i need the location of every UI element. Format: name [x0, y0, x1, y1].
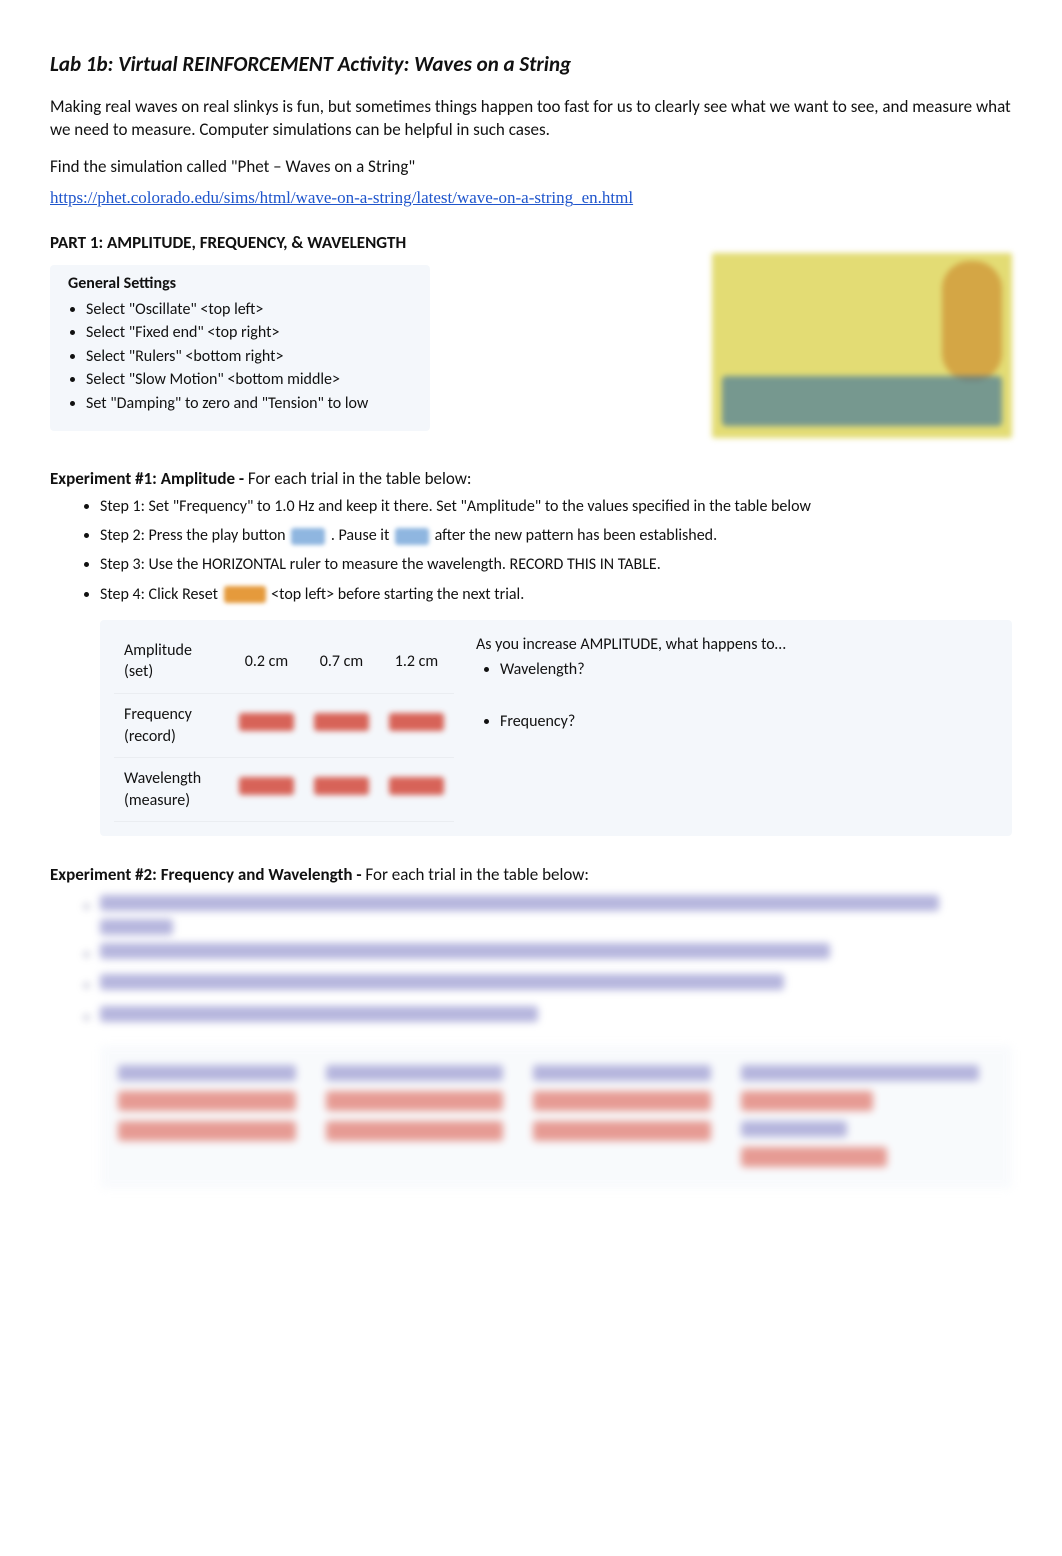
exp2-heading-bold: Experiment #2: Frequency and Wavelength … [50, 864, 365, 885]
exp1-step4-part-a: Step 4: Click Reset [100, 585, 218, 604]
exp1-data-table: Amplitude (set) 0.2 cm 0.7 cm 1.2 cm Fre… [114, 630, 454, 823]
hidden-answer [239, 777, 294, 795]
question-item: Wavelength? [500, 659, 998, 681]
exp1-step2: Step 2: Press the play button . Pause it… [100, 524, 1012, 547]
answer-cell [229, 693, 304, 757]
answer-cell [304, 758, 379, 822]
answer-cell [379, 693, 454, 757]
answer-cell [304, 693, 379, 757]
part1-heading: PART 1: AMPLITUDE, FREQUENCY, & WAVELENG… [50, 232, 1012, 255]
setting-item: Select "Oscillate" <top left> [86, 299, 412, 321]
general-settings-box: General Settings Select "Oscillate" <top… [50, 265, 430, 431]
intro-paragraph: Making real waves on real slinkys is fun… [50, 96, 1012, 142]
answer-cell [229, 758, 304, 822]
hidden-answer [314, 777, 369, 795]
general-settings-list: Select "Oscillate" <top left> Select "Fi… [86, 299, 412, 415]
questions-lead: As you increase AMPLITUDE, what happens … [476, 635, 786, 654]
lab-title: Lab 1b: Virtual REINFORCEMENT Activity: … [50, 50, 1012, 78]
exp1-step4: Step 4: Click Reset <top left> before st… [100, 583, 1012, 606]
setting-item: Select "Fixed end" <top right> [86, 322, 412, 344]
exp2-heading: Experiment #2: Frequency and Wavelength … [50, 864, 1012, 887]
exp1-heading-rest: For each trial in the table below: [248, 468, 472, 489]
setting-item: Set "Damping" to zero and "Tension" to l… [86, 393, 412, 415]
table-row: Amplitude (set) 0.2 cm 0.7 cm 1.2 cm [114, 630, 454, 694]
general-settings-heading: General Settings [68, 273, 412, 295]
exp2-blurred-table [100, 1045, 1012, 1189]
exp1-step1: Step 1: Set "Frequency" to 1.0 Hz and ke… [100, 495, 1012, 518]
exp1-table-wrap: Amplitude (set) 0.2 cm 0.7 cm 1.2 cm Fre… [100, 620, 1012, 837]
exp1-step2-part-a: Step 2: Press the play button [100, 526, 286, 545]
hidden-answer [389, 777, 444, 795]
pause-icon [395, 528, 429, 545]
exp1-steps: Step 1: Set "Frequency" to 1.0 Hz and ke… [100, 495, 1012, 606]
exp2-blurred-steps [50, 895, 1012, 1029]
table-row: Wavelength (measure) [114, 758, 454, 822]
simulation-screenshot [712, 253, 1012, 438]
col-header: 1.2 cm [379, 630, 454, 694]
col-header: 0.2 cm [229, 630, 304, 694]
setting-item: Select "Rulers" <bottom right> [86, 346, 412, 368]
setting-item: Select "Slow Motion" <bottom middle> [86, 369, 412, 391]
table-row: Frequency (record) [114, 693, 454, 757]
reset-icon [224, 586, 266, 603]
hidden-answer [239, 713, 294, 731]
find-sim-line: Find the simulation called "Phet – Waves… [50, 156, 1012, 179]
hidden-answer [314, 713, 369, 731]
sim-link[interactable]: https://phet.colorado.edu/sims/html/wave… [50, 188, 633, 207]
exp2-heading-rest: For each trial in the table below: [365, 864, 589, 885]
exp1-step2-part-b: . Pause it [331, 526, 390, 545]
hidden-answer [389, 713, 444, 731]
col-header: 0.7 cm [304, 630, 379, 694]
question-item: Frequency? [500, 711, 998, 733]
play-icon [291, 528, 325, 545]
exp1-step2-part-c: after the new pattern has been establish… [435, 526, 718, 545]
exp1-heading-bold: Experiment #1: Amplitude - [50, 468, 248, 489]
row-label: Wavelength (measure) [114, 758, 229, 822]
answer-cell [379, 758, 454, 822]
exp1-heading: Experiment #1: Amplitude - For each tria… [50, 468, 1012, 491]
exp1-questions: As you increase AMPLITUDE, what happens … [470, 630, 998, 823]
exp1-step4-part-b: <top left> before starting the next tria… [271, 585, 524, 604]
row-label: Frequency (record) [114, 693, 229, 757]
exp1-step3: Step 3: Use the HORIZONTAL ruler to meas… [100, 553, 1012, 576]
row-label: Amplitude (set) [114, 630, 229, 694]
